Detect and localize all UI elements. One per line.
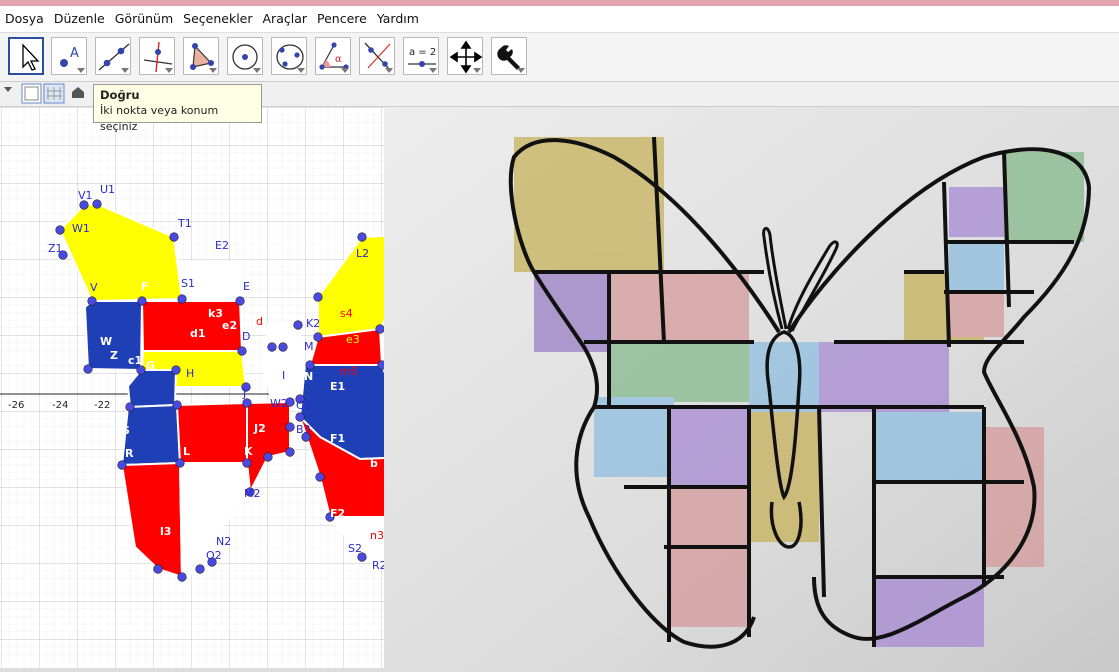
point-label[interactable]: e2 — [222, 319, 237, 332]
tool-dropdown-indicator — [121, 68, 129, 73]
point-label[interactable]: D — [242, 330, 250, 343]
point-label[interactable]: M — [304, 340, 314, 353]
point-label[interactable]: S2 — [348, 542, 362, 555]
point-label[interactable]: L — [183, 445, 190, 458]
point-label[interactable]: T1 — [177, 217, 192, 230]
tool-dropdown-indicator — [253, 68, 261, 73]
toolbar: A α a = 2 — [0, 33, 1119, 82]
point-label[interactable]: W1 — [72, 222, 90, 235]
point-label[interactable]: O2 — [206, 549, 222, 562]
point-label[interactable]: M2 — [244, 487, 261, 500]
menu-bar: Dosya Düzenle Görünüm Seçenekler Araçlar… — [0, 6, 1119, 33]
x-axis-tick-label: -22 — [94, 400, 110, 411]
menu-duzenle[interactable]: Düzenle — [49, 6, 110, 32]
move-view-tool-button[interactable] — [447, 37, 483, 75]
tool-dropdown-indicator — [297, 68, 305, 73]
menu-dosya[interactable]: Dosya — [0, 6, 49, 32]
point-label[interactable]: V — [90, 281, 98, 294]
butterfly-drawing-image — [384, 107, 1119, 672]
x-axis-tick-label: -24 — [52, 400, 68, 411]
perpendicular-tool-button[interactable] — [139, 37, 175, 75]
point-label[interactable]: F1 — [330, 432, 345, 445]
angle-tool-button[interactable]: α — [315, 37, 351, 75]
point-label[interactable]: I3 — [284, 475, 296, 488]
point-label[interactable]: S — [122, 424, 130, 437]
svg-text:α: α — [335, 54, 342, 65]
circle-tool-button[interactable] — [227, 37, 263, 75]
settings-tool-button[interactable] — [491, 37, 527, 75]
graphics-scroll-edge — [0, 668, 384, 672]
point-label[interactable]: F2 — [330, 507, 345, 520]
x-axis-tick-label: -26 — [8, 400, 24, 411]
tooltip-title: Doğru — [100, 88, 140, 102]
point-label[interactable]: s4 — [340, 307, 353, 320]
point-label[interactable]: W2 — [270, 397, 288, 410]
body-polygon[interactable] — [261, 324, 305, 402]
point-label[interactable]: K — [244, 445, 253, 458]
point-label[interactable]: E2 — [215, 239, 229, 252]
tooltip-description: İki nokta veya konum seçiniz — [100, 104, 219, 133]
tool-dropdown-indicator — [209, 68, 217, 73]
menu-secenekler[interactable]: Seçenekler — [178, 6, 257, 32]
tool-dropdown-indicator — [165, 68, 173, 73]
view-controls — [4, 83, 84, 104]
slider-tool-button[interactable]: a = 2 — [403, 37, 439, 75]
point-label[interactable]: V1 — [78, 189, 93, 202]
point-label[interactable]: e3 — [346, 333, 360, 346]
point-label[interactable]: I — [282, 369, 285, 382]
menu-yardim[interactable]: Yardım — [372, 6, 424, 32]
reflect-tool-button[interactable] — [359, 37, 395, 75]
polygon-tool-button[interactable] — [183, 37, 219, 75]
menu-gorunum[interactable]: Görünüm — [110, 6, 178, 32]
point-label[interactable]: N2 — [216, 535, 231, 548]
point-label[interactable]: Z1 — [48, 242, 63, 255]
point-label[interactable]: F — [141, 280, 149, 293]
menu-araclar[interactable]: Araçlar — [258, 6, 313, 32]
point-label[interactable]: U1 — [100, 183, 115, 196]
point-label[interactable]: C3 — [296, 399, 311, 412]
tool-dropdown-indicator — [517, 68, 525, 73]
point-label[interactable]: J — [242, 387, 246, 400]
point-label[interactable]: Z — [110, 349, 118, 362]
tool-dropdown-indicator — [341, 68, 349, 73]
point-label[interactable]: N — [304, 370, 313, 383]
point-label[interactable]: S1 — [181, 277, 195, 290]
point-label[interactable]: R — [125, 447, 134, 460]
point-label[interactable]: k3 — [208, 307, 223, 320]
point-label[interactable]: L2 — [356, 247, 369, 260]
point-label[interactable]: d1 — [190, 327, 206, 340]
slider-tool-label: a = 2 — [409, 47, 436, 58]
menu-pencere[interactable]: Pencere — [312, 6, 372, 32]
point-label[interactable]: W — [100, 335, 112, 348]
point-label[interactable]: G — [146, 359, 155, 372]
move-tool-button[interactable] — [8, 37, 44, 75]
line-tool-button[interactable] — [95, 37, 131, 75]
tool-dropdown-indicator — [429, 68, 437, 73]
tool-dropdown-indicator — [385, 68, 393, 73]
point-label[interactable]: E — [243, 280, 250, 293]
point-label[interactable]: K2 — [306, 317, 320, 330]
home-icon[interactable] — [72, 87, 84, 98]
point-label[interactable]: m5 — [340, 365, 358, 378]
point-label[interactable]: b — [370, 457, 378, 470]
circle-three-points-tool-button[interactable] — [271, 37, 307, 75]
point-label[interactable]: l3 — [160, 525, 171, 538]
style-bar-toggle-icon[interactable] — [4, 87, 12, 92]
point-label[interactable]: c1 — [128, 354, 142, 367]
svg-text:A: A — [70, 46, 79, 61]
cursor-arrow-icon — [22, 43, 40, 71]
point-label[interactable]: d — [256, 315, 263, 328]
point-label[interactable]: H — [186, 367, 194, 380]
tool-dropdown-indicator — [77, 68, 85, 73]
point-label[interactable]: B3 — [296, 423, 311, 436]
point-tool-button[interactable]: A — [51, 37, 87, 75]
point-label[interactable]: J2 — [253, 422, 266, 435]
point-label[interactable]: n3 — [370, 529, 384, 542]
tool-tooltip: Doğru İki nokta veya konum seçiniz — [93, 84, 262, 133]
point-label[interactable]: E1 — [330, 380, 345, 393]
tool-dropdown-indicator — [473, 68, 481, 73]
